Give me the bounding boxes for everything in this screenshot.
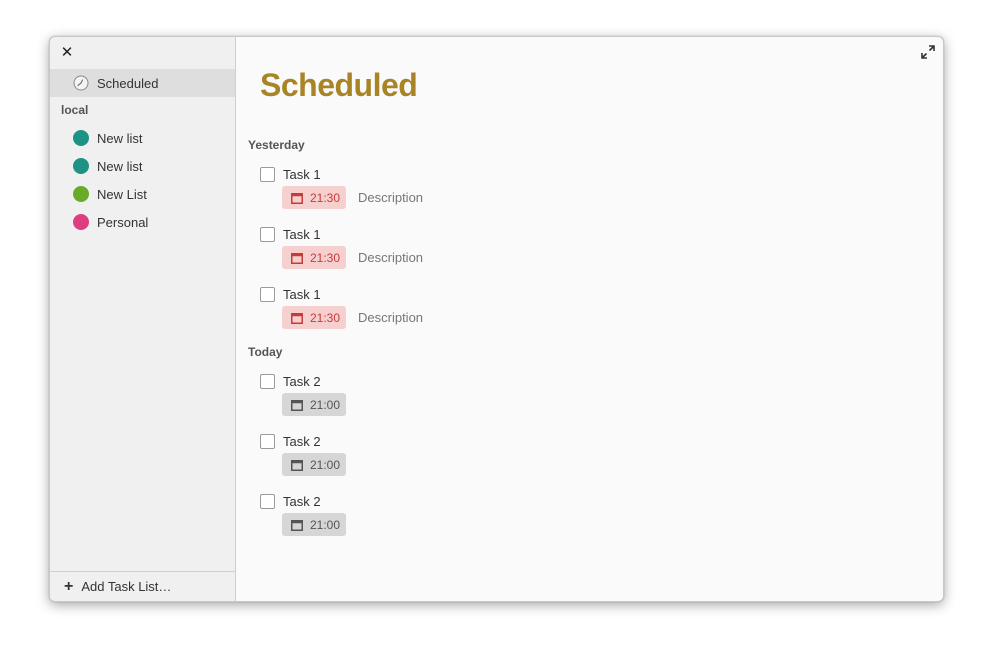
page-title: Scheduled <box>260 67 418 103</box>
task-row: Task 2 21:00 <box>260 374 660 430</box>
group-label-local: local <box>61 103 89 117</box>
task-checkbox[interactable] <box>260 374 275 389</box>
sidebar-item-list-2[interactable]: New list <box>50 152 235 180</box>
task-row: Task 2 21:00 <box>260 494 660 550</box>
clock-icon <box>73 75 89 91</box>
task-title[interactable]: Task 2 <box>283 494 321 509</box>
section-heading-today: Today <box>248 345 283 359</box>
calendar-icon <box>291 399 303 411</box>
task-title[interactable]: Task 2 <box>283 374 321 389</box>
task-description: Description <box>358 250 424 265</box>
app-window: ✕ Scheduled local New list New list New … <box>49 36 944 602</box>
task-row: Task 1 21:30 Description <box>260 287 660 343</box>
task-title[interactable]: Task 2 <box>283 434 321 449</box>
task-title[interactable]: Task 1 <box>283 287 321 302</box>
due-time: 21:30 <box>310 250 341 265</box>
due-date-badge[interactable]: 21:30 <box>282 306 346 329</box>
due-time: 21:00 <box>310 457 341 472</box>
due-date-badge[interactable]: 21:00 <box>282 453 346 476</box>
calendar-icon <box>291 252 303 264</box>
task-row: Task 1 21:30 Description <box>260 167 660 223</box>
task-description: Description <box>358 190 424 205</box>
task-checkbox[interactable] <box>260 434 275 449</box>
calendar-icon <box>291 192 303 204</box>
sidebar-item-scheduled[interactable]: Scheduled <box>50 69 235 97</box>
add-task-list-button[interactable]: + Add Task List… <box>50 571 235 601</box>
due-time: 21:30 <box>310 190 341 205</box>
due-date-badge[interactable]: 21:00 <box>282 393 346 416</box>
task-checkbox[interactable] <box>260 167 275 182</box>
task-checkbox[interactable] <box>260 494 275 509</box>
task-checkbox[interactable] <box>260 227 275 242</box>
task-title[interactable]: Task 1 <box>283 227 321 242</box>
sidebar-item-label: Personal <box>97 214 149 230</box>
due-date-badge[interactable]: 21:00 <box>282 513 346 536</box>
due-date-badge[interactable]: 21:30 <box>282 246 346 269</box>
main-content: Scheduled Yesterday Task 1 21:30 Descrip… <box>236 37 943 601</box>
due-date-badge[interactable]: 21:30 <box>282 186 346 209</box>
due-time: 21:30 <box>310 310 341 325</box>
task-row: Task 1 21:30 Description <box>260 227 660 283</box>
list-color-dot <box>73 130 89 146</box>
task-title[interactable]: Task 1 <box>283 167 321 182</box>
sidebar-item-list-1[interactable]: New list <box>50 124 235 152</box>
calendar-icon <box>291 459 303 471</box>
due-time: 21:00 <box>310 397 341 412</box>
list-color-dot <box>73 186 89 202</box>
task-description: Description <box>358 310 424 325</box>
sidebar-item-list-4[interactable]: Personal <box>50 208 235 236</box>
fullscreen-icon[interactable] <box>921 45 935 59</box>
task-checkbox[interactable] <box>260 287 275 302</box>
sidebar: ✕ Scheduled local New list New list New … <box>50 37 236 601</box>
close-icon[interactable]: ✕ <box>60 45 74 60</box>
task-row: Task 2 21:00 <box>260 434 660 490</box>
calendar-icon <box>291 519 303 531</box>
sidebar-item-label: New list <box>97 158 143 174</box>
sidebar-item-list-3[interactable]: New List <box>50 180 235 208</box>
calendar-icon <box>291 312 303 324</box>
plus-icon: + <box>64 577 74 595</box>
section-heading-yesterday: Yesterday <box>248 138 305 152</box>
list-color-dot <box>73 214 89 230</box>
sidebar-item-label: Scheduled <box>97 75 159 91</box>
sidebar-item-label: New list <box>97 130 143 146</box>
list-color-dot <box>73 158 89 174</box>
sidebar-item-label: New List <box>97 186 147 202</box>
due-time: 21:00 <box>310 517 341 532</box>
add-task-list-label: Add Task List… <box>81 579 172 594</box>
